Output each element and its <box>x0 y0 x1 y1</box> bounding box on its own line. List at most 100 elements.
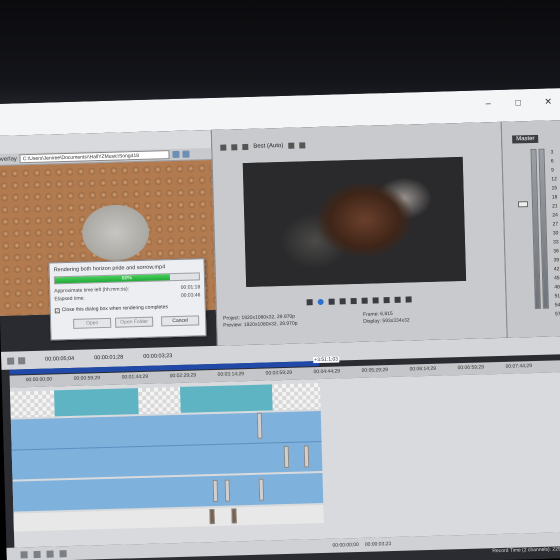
stop-icon[interactable] <box>361 297 368 304</box>
play-bottom-icon[interactable] <box>46 550 54 558</box>
play-from-start-icon[interactable] <box>328 298 335 305</box>
ruler-tick-label: 00:01:44;29 <box>121 373 149 381</box>
elapsed-row: Elapsed time: 00:03:46 <box>54 292 200 302</box>
meter-scale-label: 30 <box>552 230 559 237</box>
meter-scale-label: 27 <box>552 221 559 228</box>
preview-info: Project: 1920x1080x32, 29.970p Frame: 6,… <box>223 308 503 330</box>
event-marker[interactable] <box>256 412 263 439</box>
master-bus: Master 3 6 9 12 15 18 21 24 27 30 33 36 39 42 45 48 51 54… <box>500 119 560 338</box>
master-fader[interactable] <box>517 201 529 208</box>
bottom-start-time: 00:00:00;00 <box>332 541 359 549</box>
open-button[interactable]: Open <box>73 317 112 329</box>
meter-scale-label: 42 <box>553 266 560 273</box>
track-divider <box>11 440 322 451</box>
ruler-tick-label: 00:03:59;29 <box>265 369 293 377</box>
elapsed-label: Elapsed time: <box>54 295 85 303</box>
preview-settings-icon[interactable] <box>220 144 227 151</box>
meter-scale-label: 9 <box>550 167 554 174</box>
workspace: overlay C:\Users\Jeniree\Documents\\Hall… <box>0 119 560 352</box>
status-bar: Record Time (2 channels): 229:36:55 <box>492 545 560 555</box>
video-track-2[interactable] <box>10 410 323 480</box>
close-icon[interactable]: ✕ <box>542 96 554 107</box>
previous-frame-icon[interactable] <box>394 296 401 303</box>
dialog-title: Rendering both horizon pride and sorrow.… <box>53 264 166 274</box>
video-frame-image <box>242 156 467 288</box>
meter-scale-label: 57 <box>555 311 560 318</box>
cancel-button[interactable]: Cancel <box>160 315 200 327</box>
event-marker[interactable] <box>303 445 310 468</box>
edit-tool-icon[interactable] <box>7 357 15 365</box>
video-preview-pane: Best (Auto) Project: 1920x1080x32, 29.97… <box>210 121 507 346</box>
event-marker[interactable] <box>258 478 265 501</box>
close-when-done-option[interactable]: ✓ Close this dialog box when rendering c… <box>54 304 168 314</box>
views-icon[interactable] <box>182 150 190 158</box>
meter-scale-label: 45 <box>554 275 560 282</box>
minimize-icon[interactable]: – <box>482 98 494 109</box>
ruler-tick-label: 00:02:29;29 <box>169 372 197 380</box>
video-event[interactable] <box>54 388 139 417</box>
tab-overlay[interactable]: overlay <box>0 156 17 163</box>
meter-scale-label: 39 <box>553 257 560 264</box>
time-left-label: Approximate time left (hh:mm:ss): <box>54 286 130 295</box>
open-folder-button[interactable]: Open Folder <box>115 316 154 328</box>
meter-scale-label: 33 <box>552 239 559 246</box>
selection-length: 00:00:01;28 <box>94 354 124 362</box>
overlays-icon[interactable] <box>242 143 249 151</box>
ruler-tick-label: 00:07:44;29 <box>505 363 533 370</box>
meter-scale-label: 3 <box>550 149 554 156</box>
selection-end: 00:00:03;23 <box>143 353 173 360</box>
meter-scale-label: 15 <box>551 185 558 192</box>
meter-scale-label: 48 <box>554 284 560 291</box>
track-area <box>9 371 560 548</box>
close-when-done-checkbox[interactable]: ✓ <box>54 307 60 313</box>
stop-bottom-icon[interactable] <box>59 549 67 557</box>
ruler-tick-label: 00:04:44;29 <box>313 368 341 376</box>
clip-thumbnail[interactable] <box>231 508 237 524</box>
snapping-icon[interactable] <box>18 356 26 364</box>
vegas-pro-window: – □ ✕ overlay C:\Users\Jeniree\Documents… <box>0 87 560 560</box>
time-left-value: 00:01:18 <box>180 284 201 291</box>
ruler-tick-label: 00:05:29;29 <box>361 367 389 374</box>
record-button-icon[interactable] <box>20 550 28 558</box>
cursor-time: 00:00:05;04 <box>45 355 75 363</box>
meter-scale-label: 21 <box>551 203 558 210</box>
window-controls: – □ ✕ <box>482 96 554 109</box>
next-frame-icon[interactable] <box>405 296 412 303</box>
meter-scale-label: 6 <box>550 158 554 165</box>
video-event[interactable] <box>179 384 273 413</box>
dropdown-icon[interactable] <box>172 150 180 159</box>
meter-scale-label: 18 <box>551 194 558 201</box>
copy-snapshot-icon[interactable] <box>288 142 295 149</box>
preview-toolbar: Best (Auto) <box>212 134 502 154</box>
meter-scale-label: 24 <box>552 212 558 219</box>
ruler-tick-label: 00:00:59;29 <box>73 375 101 382</box>
meter-scale-label: 54 <box>554 302 560 309</box>
pause-icon[interactable] <box>350 297 357 305</box>
event-marker[interactable] <box>283 445 290 469</box>
render-progress-dialog: Rendering both horizon pride and sorrow.… <box>48 258 207 341</box>
maximize-icon[interactable]: □ <box>512 97 524 108</box>
meter-scale-label: 12 <box>551 176 557 183</box>
close-when-done-label: Close this dialog box when rendering com… <box>61 304 168 314</box>
event-marker[interactable] <box>224 479 231 502</box>
save-snapshot-icon[interactable] <box>299 142 306 149</box>
ruler-tick-label: 00:00:00;00 <box>25 376 53 384</box>
record-icon[interactable] <box>317 298 324 306</box>
preview-quality-dropdown[interactable]: Best (Auto) <box>253 143 283 150</box>
progress-percent: 80% <box>121 275 133 282</box>
loop-region-label: +3:51:1;03 <box>313 356 340 364</box>
meter-scale: 3 6 9 12 15 18 21 24 27 30 33 36 39 42 45 48 51 54 57 <box>550 148 560 319</box>
ruler-tick-label: 00:06:14;29 <box>409 365 437 373</box>
go-to-end-icon[interactable] <box>383 297 390 304</box>
meter-scale-label: 36 <box>553 248 559 255</box>
play-icon[interactable] <box>339 298 346 305</box>
loop-playback-icon[interactable] <box>33 550 41 558</box>
loop-icon[interactable] <box>306 299 313 306</box>
ruler-tick-label: 00:06:59;29 <box>457 364 485 372</box>
ruler-tick-label: 00:03:14;29 <box>217 371 245 378</box>
go-to-start-icon[interactable] <box>372 297 379 304</box>
split-screen-icon[interactable] <box>231 144 238 151</box>
render-progress-bar: 80% <box>53 272 201 285</box>
event-marker[interactable] <box>212 479 219 503</box>
clip-thumbnail[interactable] <box>209 509 215 525</box>
